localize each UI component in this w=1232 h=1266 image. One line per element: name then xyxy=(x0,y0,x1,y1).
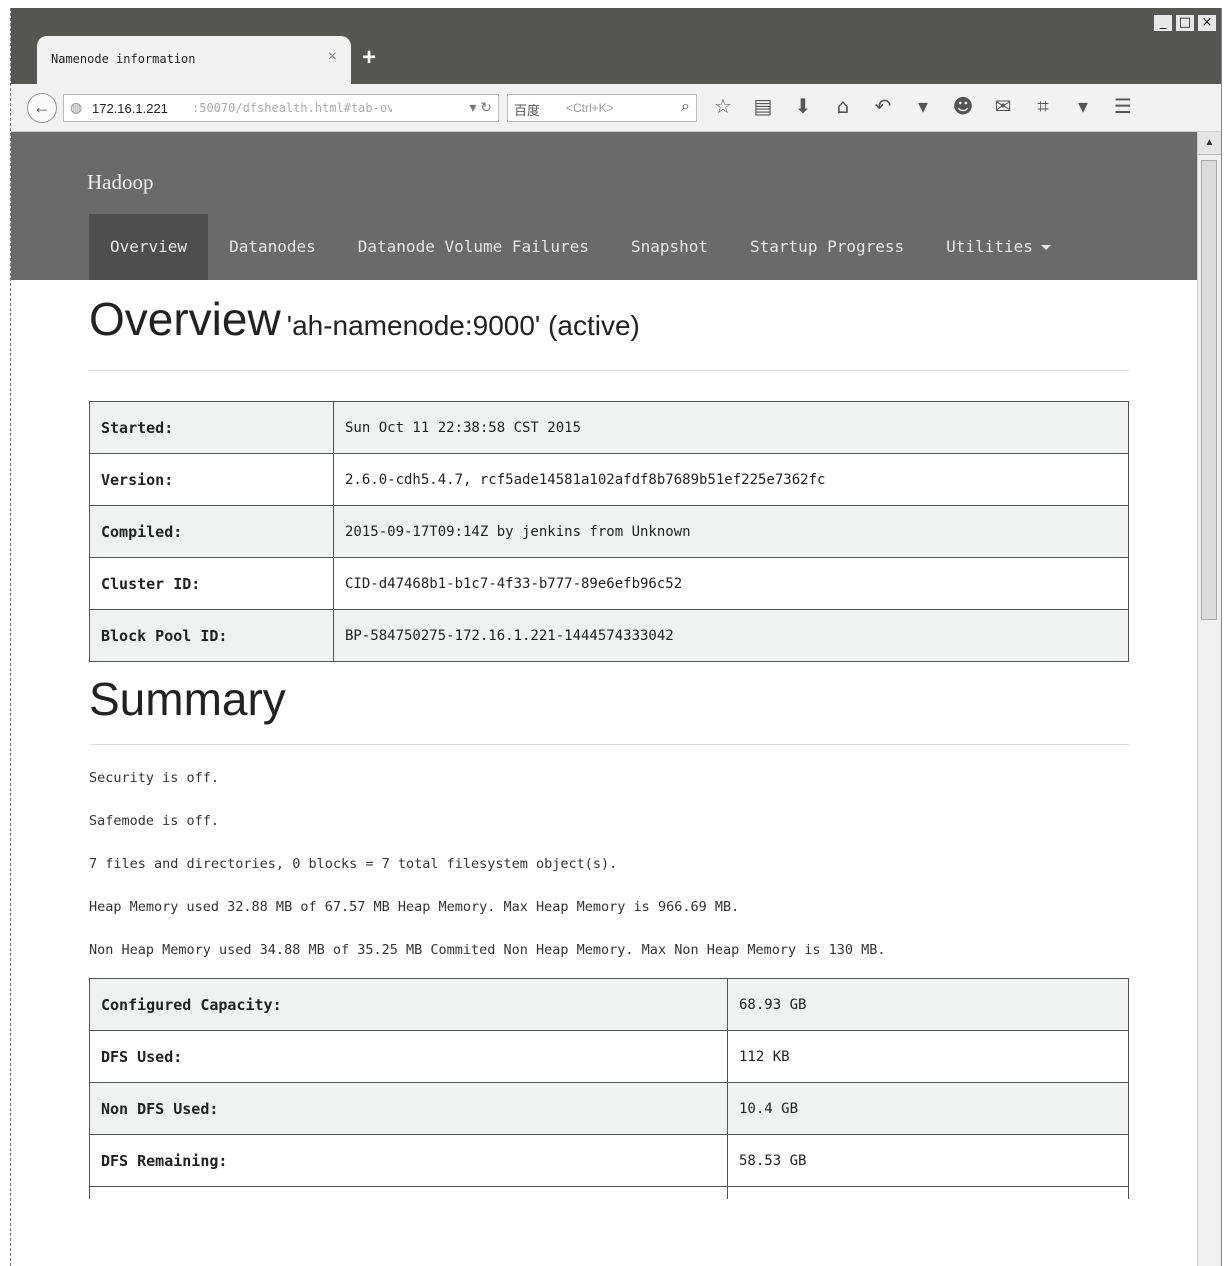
page-title: Overview'ah-namenode:9000' (active) xyxy=(89,292,1129,346)
window-controls: _ □ × xyxy=(1151,14,1217,32)
row-key: Compiled: xyxy=(89,505,334,558)
non-heap-memory: Non Heap Memory used 34.88 MB of 35.25 M… xyxy=(89,942,886,958)
row-value: CID-d47468b1-b1c7-4f33-b777-89e6efb96c52 xyxy=(333,557,1129,610)
overview-title: Overview xyxy=(89,293,281,345)
row-key: DFS Remaining: xyxy=(89,1134,728,1187)
table-row: Version: 2.6.0-cdh5.4.7, rcf5ade14581a102… xyxy=(89,453,1129,506)
row-value: Sun Oct 11 22:38:58 CST 2015 xyxy=(333,401,1129,454)
close-window-button[interactable]: × xyxy=(1197,14,1217,32)
url-bar[interactable]: ◍ 172.16.1.221 :50070/dfshealth.html#tab… xyxy=(63,94,499,122)
minimize-button[interactable]: _ xyxy=(1153,14,1173,32)
row-key: Started: xyxy=(89,401,334,454)
home-icon[interactable]: ⌂ xyxy=(831,94,855,118)
url-host: 172.16.1.221 xyxy=(92,101,168,116)
overview-subtitle: 'ah-namenode:9000' (active) xyxy=(286,310,640,341)
scroll-thumb[interactable] xyxy=(1201,160,1217,620)
row-value: 2.6.0-cdh5.4.7, rcf5ade14581a102afdf8b76… xyxy=(333,453,1129,506)
table-row xyxy=(89,1186,1129,1199)
scroll-up-arrow-icon[interactable]: ▲ xyxy=(1198,132,1221,155)
download-icon[interactable]: ⬇ xyxy=(791,94,815,118)
row-value: 68.93 GB xyxy=(727,978,1129,1031)
safemode-status: Safemode is off. xyxy=(89,813,220,829)
tab-close-icon[interactable]: × xyxy=(328,48,337,66)
table-row: Cluster ID: CID-d47468b1-b1c7-4f33-b777-8… xyxy=(89,557,1129,610)
browser-toolbar: ← ◍ 172.16.1.221 :50070/dfshealth.html#t… xyxy=(11,84,1221,132)
tab-snapshot[interactable]: Snapshot xyxy=(610,214,729,280)
row-value: 58.53 GB xyxy=(727,1134,1129,1187)
row-key: Cluster ID: xyxy=(89,557,334,610)
page-viewport: Hadoop Overview Datanodes Datanode Volum… xyxy=(11,132,1197,1266)
table-row: DFS Remaining: 58.53 GB xyxy=(89,1134,1129,1187)
row-key: Configured Capacity: xyxy=(89,978,728,1031)
capacity-table: Configured Capacity: 68.93 GB DFS Used: 11… xyxy=(89,978,1129,1199)
maximize-button[interactable]: □ xyxy=(1175,14,1195,32)
overview-table: Started: Sun Oct 11 22:38:58 CST 2015 Ver… xyxy=(89,401,1129,662)
screenshot-icon[interactable]: ⌗ xyxy=(1031,94,1055,118)
summary-title: Summary xyxy=(89,672,1129,745)
table-row: DFS Used: 112 KB xyxy=(89,1030,1129,1083)
nav-menu: Overview Datanodes Datanode Volume Failu… xyxy=(89,214,1072,280)
row-value: 10.4 GB xyxy=(727,1082,1129,1135)
menu-icon[interactable]: ☰ xyxy=(1111,94,1135,118)
search-input[interactable]: <Ctrl+K> xyxy=(566,101,614,115)
tab-utilities[interactable]: Utilities xyxy=(925,214,1072,280)
row-value: BP-584750275-172.16.1.221-1444574333042 xyxy=(333,609,1129,662)
row-key: DFS Used: xyxy=(89,1030,728,1083)
table-row: Block Pool ID: BP-584750275-172.16.1.221-… xyxy=(89,609,1129,662)
tab-datanode-volume-failures[interactable]: Datanode Volume Failures xyxy=(337,214,610,280)
globe-icon: ◍ xyxy=(70,99,83,115)
row-key: Version: xyxy=(89,453,334,506)
browser-tab[interactable]: Namenode information × xyxy=(37,36,351,84)
table-row: Started: Sun Oct 11 22:38:58 CST 2015 xyxy=(89,401,1129,454)
search-engine-label[interactable]: 百度 xyxy=(514,100,540,119)
new-tab-button[interactable]: + xyxy=(355,44,383,72)
chat-icon[interactable]: ✉ xyxy=(991,94,1015,118)
more-icon[interactable]: ▾ xyxy=(1071,94,1095,118)
table-row: Configured Capacity: 68.93 GB xyxy=(89,978,1129,1031)
tab-title: Namenode information xyxy=(51,52,196,66)
row-value-cut xyxy=(727,1186,1129,1199)
row-key-cut xyxy=(89,1186,728,1199)
caret-down-icon xyxy=(1040,245,1051,250)
tab-overview[interactable]: Overview xyxy=(89,214,209,280)
table-row: Compiled: 2015-09-17T09:14Z by jenkins fr… xyxy=(89,505,1129,558)
heap-memory: Heap Memory used 32.88 MB of 67.57 MB He… xyxy=(89,899,740,915)
tab-datanodes[interactable]: Datanodes xyxy=(208,214,337,280)
reload-icon[interactable]: ▾ ↻ xyxy=(469,99,492,116)
hadoop-navbar: Hadoop Overview Datanodes Datanode Volum… xyxy=(11,132,1197,280)
row-value: 112 KB xyxy=(727,1030,1129,1083)
filesystem-objects: 7 files and directories, 0 blocks = 7 to… xyxy=(89,856,618,872)
search-icon[interactable]: ⌕ xyxy=(681,98,690,116)
toolbar-icons: ☆ ▤ ⬇ ⌂ ↶ ▾ ☻ ✉ ⌗ ▾ ☰ xyxy=(711,94,1135,118)
table-row: Non DFS Used: 10.4 GB xyxy=(89,1082,1129,1135)
security-status: Security is off. xyxy=(89,770,220,786)
brand-logo[interactable]: Hadoop xyxy=(87,170,154,195)
url-path: :50070/dfshealth.html#tab-overview xyxy=(192,101,392,115)
star-icon[interactable]: ☆ xyxy=(711,94,735,118)
overview-header: Overview'ah-namenode:9000' (active) xyxy=(89,292,1129,371)
back-arrow-icon[interactable]: ← xyxy=(27,93,57,123)
page-content: Overview'ah-namenode:9000' (active) Star… xyxy=(89,280,1129,1199)
row-key: Non DFS Used: xyxy=(89,1082,728,1135)
browser-window: _ □ × Namenode information × + ← ◍ 172.1… xyxy=(10,8,1222,1266)
row-key: Block Pool ID: xyxy=(89,609,334,662)
row-value: 2015-09-17T09:14Z by jenkins from Unknow… xyxy=(333,505,1129,558)
undo-icon[interactable]: ↶ xyxy=(871,94,895,118)
vertical-scrollbar[interactable]: ▲ xyxy=(1197,132,1221,1266)
title-bar: _ □ × Namenode information × + xyxy=(11,8,1221,84)
tab-startup-progress[interactable]: Startup Progress xyxy=(729,214,925,280)
utilities-label: Utilities xyxy=(946,237,1033,256)
search-bar[interactable]: 百度 <Ctrl+K> ⌕ xyxy=(507,94,697,122)
dropdown-icon[interactable]: ▾ xyxy=(911,94,935,118)
reading-list-icon[interactable]: ▤ xyxy=(751,94,775,118)
smiley-icon[interactable]: ☻ xyxy=(951,94,975,118)
